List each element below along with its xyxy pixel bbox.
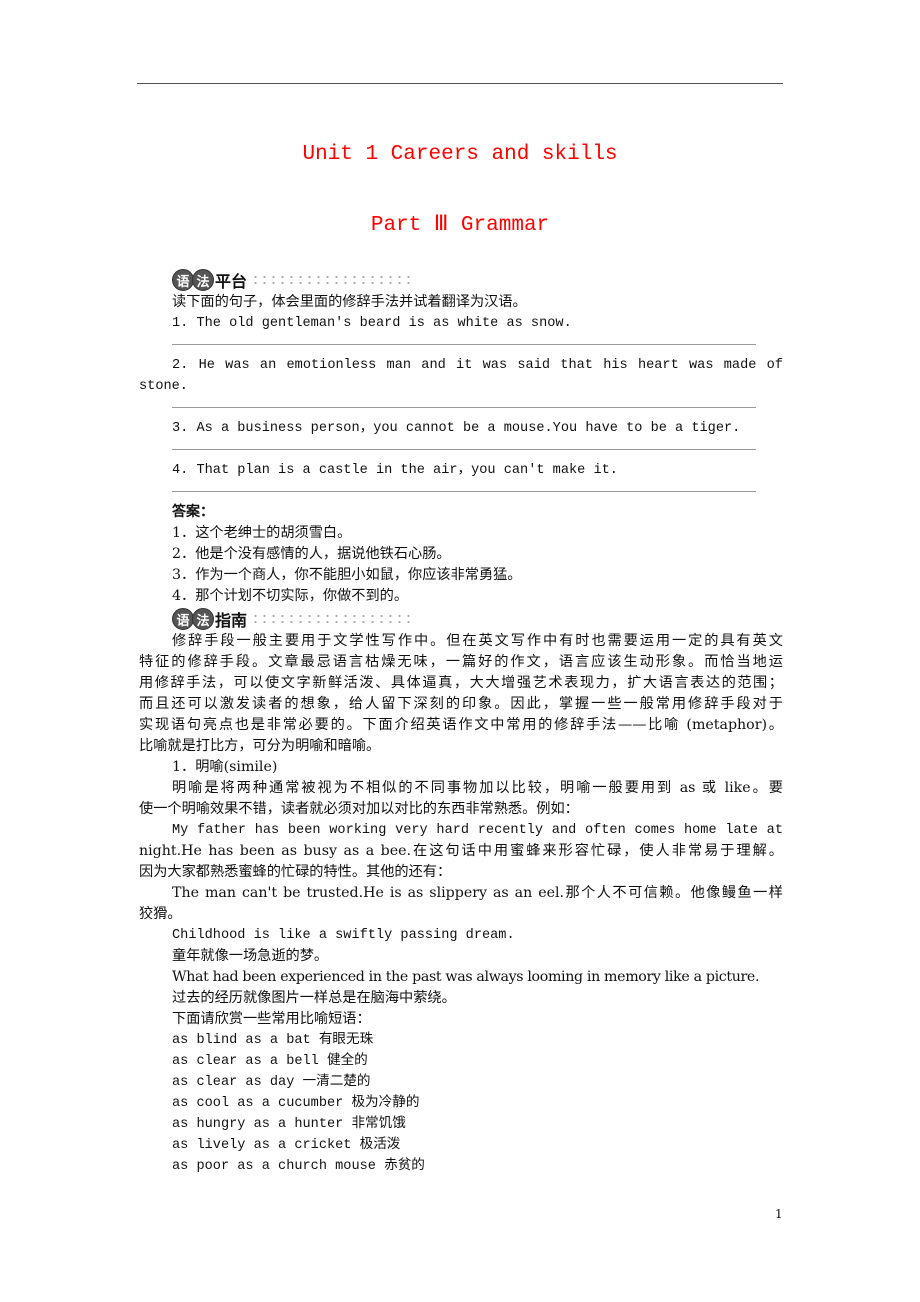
simile-example: Childhood is like a swiftly passing drea… xyxy=(172,928,515,943)
intro-line: 用修辞手法，可以使文字新鲜活泼、具体逼真，大大增强艺术表现力，扩大语言表达的范围… xyxy=(139,675,783,691)
simile-example: 狡猾。 xyxy=(139,906,182,922)
intro-line: 特征的修辞手段。文章最忌语言枯燥无味，一篇好的作文，语言应该生动形象。而恰当地运 xyxy=(139,654,783,670)
simile-line: 明喻是将两种通常被视为不相似的不同事物加以比较，明喻一般要用到 as 或 lik… xyxy=(172,780,783,796)
simile-translation: 过去的经历就像图片一样总是在脑海中萦绕。 xyxy=(172,990,456,1006)
answer-2: 2．他是个没有感情的人，据说他铁石心肠。 xyxy=(172,546,451,562)
simile-example: My father has been working very hard rec… xyxy=(172,823,783,838)
simile-example: night.He has been as busy as a bee.在这句话中… xyxy=(139,843,783,859)
phrase-item: as cool as a cucumber 极为冷静的 xyxy=(172,1096,420,1111)
grammar-badge-icon: 法 xyxy=(192,269,214,291)
section-title: 指南 xyxy=(215,611,248,630)
answer-1: 1．这个老绅士的胡须雪白。 xyxy=(172,525,352,541)
simile-translation: 童年就像一场急逝的梦。 xyxy=(172,948,329,964)
question-2-continuation: stone. xyxy=(139,379,188,394)
dotted-decoration xyxy=(251,613,412,625)
simile-line: 因为大家都熟悉蜜蜂的忙碌的特性。其他的还有： xyxy=(139,864,452,880)
simile-heading: 1．明喻(simile) xyxy=(172,759,278,775)
phrase-item: as clear as day 一清二楚的 xyxy=(172,1075,371,1090)
phrase-item: as blind as a bat 有眼无珠 xyxy=(172,1033,374,1048)
answer-4: 4．那个计划不切实际，你做不到的。 xyxy=(172,588,409,604)
intro-line: 而且还可以激发读者的想象，给人留下深刻的印象。因此，掌握一些一般常用修辞手段对于 xyxy=(139,696,783,712)
dotted-decoration xyxy=(251,274,412,286)
answers-label: 答案： xyxy=(172,504,214,520)
grammar-badge-icon: 语 xyxy=(172,269,194,291)
header-rule xyxy=(137,83,783,84)
part-title: Part Ⅲ Grammar xyxy=(370,214,550,237)
question-2: 2. He was an emotionless man and it was … xyxy=(172,358,783,373)
page-number: 1 xyxy=(775,1207,783,1221)
grammar-badge-icon: 法 xyxy=(192,608,214,630)
unit-title: Unit 1 Careers and skills xyxy=(302,143,618,166)
answer-line-4 xyxy=(139,481,783,502)
intro-line: 实现语句亮点也是非常必要的。下面介绍英语作文中常用的修辞手法——比喻 (meta… xyxy=(139,717,783,733)
section-header-guide: 语 法 指南 xyxy=(139,607,783,631)
instruction-text: 读下面的句子，体会里面的修辞手法并试着翻译为汉语。 xyxy=(172,294,527,310)
answer-line-3 xyxy=(139,439,783,460)
question-3: 3. As a business person，you cannot be a … xyxy=(172,421,741,436)
simile-example: What had been experienced in the past wa… xyxy=(172,969,760,985)
intro-line: 比喻就是打比方，可分为明喻和暗喻。 xyxy=(139,738,381,754)
phrase-item: as lively as a cricket 极活泼 xyxy=(172,1138,401,1153)
phrase-item: as clear as a bell 健全的 xyxy=(172,1054,368,1069)
answer-line-2 xyxy=(139,397,783,418)
section-header-platform: 语 法 平台 xyxy=(139,268,783,292)
question-4: 4. That plan is a castle in the air，you … xyxy=(172,463,618,478)
section-title: 平台 xyxy=(215,272,248,291)
grammar-badge-icon: 语 xyxy=(172,608,194,630)
phrases-intro: 下面请欣赏一些常用比喻短语： xyxy=(172,1011,371,1027)
simile-line: 使一个明喻效果不错，读者就必须对加以对比的东西非常熟悉。例如： xyxy=(139,801,579,817)
question-1: 1. The old gentleman's beard is as white… xyxy=(172,316,572,331)
phrase-item: as hungry as a hunter 非常饥饿 xyxy=(172,1117,406,1132)
answer-line-1 xyxy=(139,334,783,355)
intro-line: 修辞手段一般主要用于文学性写作中。但在英文写作中有时也需要运用一定的具有英文 xyxy=(172,633,783,649)
phrase-item: as poor as a church mouse 赤贫的 xyxy=(172,1159,425,1174)
simile-example: The man can't be trusted.He is as slippe… xyxy=(172,885,783,901)
document-body: 语 法 平台 读下面的句子，体会里面的修辞手法并试着翻译为汉语。 1. The … xyxy=(139,268,783,1177)
answer-3: 3．作为一个商人，你不能胆小如鼠，你应该非常勇猛。 xyxy=(172,567,522,583)
